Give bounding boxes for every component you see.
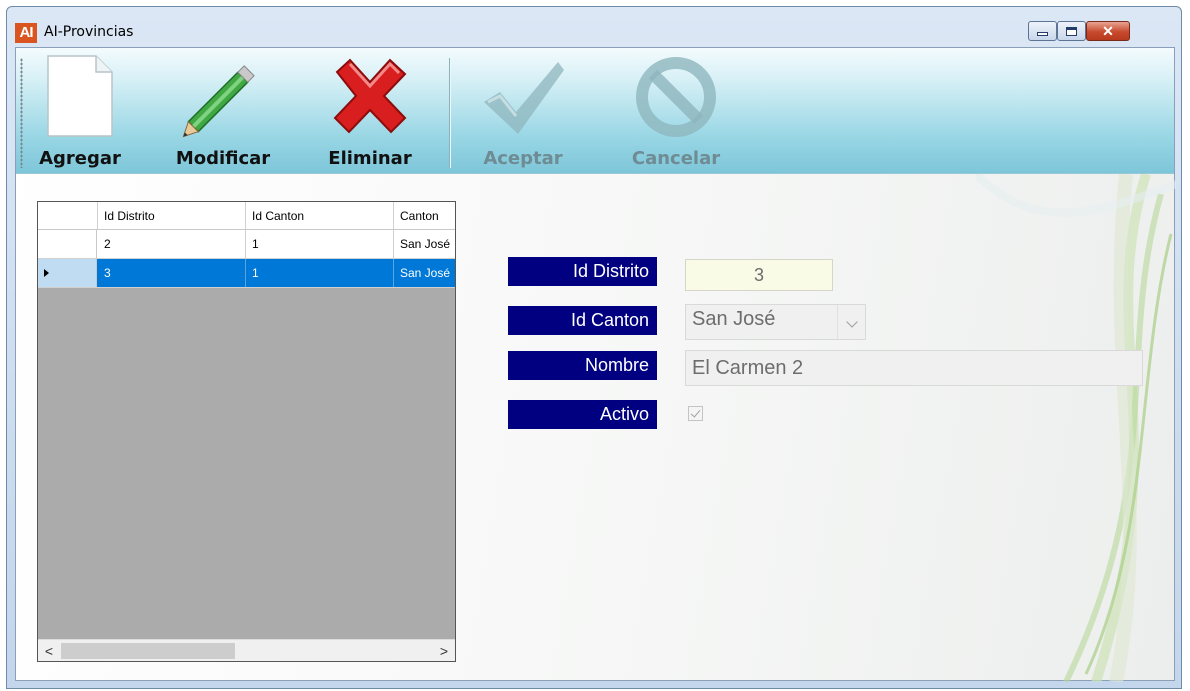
- cell-id-distrito[interactable]: 2: [98, 230, 246, 258]
- delete-x-icon: [333, 58, 407, 134]
- title-bar[interactable]: AI AI-Provincias ✕: [7, 7, 1181, 47]
- scroll-left-button[interactable]: <: [40, 640, 58, 661]
- horizontal-scrollbar[interactable]: < >: [38, 639, 455, 661]
- cell-id-canton[interactable]: 1: [246, 230, 394, 258]
- checkmark-icon: [484, 62, 564, 134]
- toolbar-separator: [449, 58, 451, 168]
- chevron-down-icon: [846, 316, 858, 328]
- scroll-right-button[interactable]: >: [435, 640, 453, 661]
- table-row-selected[interactable]: 3 1 San José: [38, 259, 455, 288]
- activo-checkbox[interactable]: [688, 406, 703, 421]
- row-header[interactable]: [38, 259, 97, 287]
- id-distrito-label: Id Distrito: [508, 257, 657, 286]
- check-icon: [690, 407, 701, 418]
- current-row-arrow-icon: [44, 269, 49, 277]
- toolbar-grip[interactable]: [20, 58, 23, 168]
- minimize-button[interactable]: [1028, 21, 1057, 41]
- row-header-corner: [38, 202, 98, 229]
- column-header-id-canton[interactable]: Id Canton: [246, 202, 394, 229]
- column-header-id-distrito[interactable]: Id Distrito: [98, 202, 246, 229]
- modificar-button[interactable]: Modificar: [157, 52, 289, 172]
- cell-canton[interactable]: San José: [394, 230, 455, 258]
- aceptar-button[interactable]: Aceptar: [471, 52, 575, 172]
- scroll-thumb[interactable]: [61, 643, 235, 659]
- cell-id-distrito[interactable]: 3: [98, 259, 246, 287]
- close-icon: ✕: [1102, 23, 1114, 39]
- id-distrito-field[interactable]: 3: [685, 259, 833, 291]
- minimize-icon: [1037, 32, 1048, 36]
- cancelar-button[interactable]: Cancelar: [615, 52, 737, 172]
- eliminar-button[interactable]: Eliminar: [312, 52, 428, 172]
- id-canton-value: San José: [692, 308, 776, 330]
- cancelar-label: Cancelar: [631, 148, 721, 169]
- grid-header: Id Distrito Id Canton Canton: [38, 202, 455, 230]
- agregar-button[interactable]: Agregar: [26, 52, 134, 172]
- dropdown-button[interactable]: [837, 305, 865, 339]
- id-canton-dropdown[interactable]: San José: [685, 304, 866, 340]
- data-grid[interactable]: Id Distrito Id Canton Canton 2 1 San Jos…: [37, 201, 456, 662]
- table-row[interactable]: 2 1 San José: [38, 230, 455, 259]
- cell-id-canton[interactable]: 1: [246, 259, 394, 287]
- new-document-icon: [47, 55, 113, 137]
- decorative-swirl: [976, 174, 1176, 682]
- aceptar-label: Aceptar: [483, 148, 563, 169]
- cell-canton[interactable]: San José: [394, 259, 455, 287]
- nombre-label: Nombre: [508, 351, 657, 380]
- cancel-icon: [636, 57, 716, 137]
- id-canton-label: Id Canton: [508, 306, 657, 335]
- client-area: Agregar Modificar Eliminar Aceptar Cance…: [15, 47, 1176, 682]
- eliminar-label: Eliminar: [328, 148, 412, 169]
- nombre-field[interactable]: El Carmen 2: [685, 350, 1143, 386]
- window-title: AI-Provincias: [44, 24, 134, 40]
- close-button[interactable]: ✕: [1086, 21, 1130, 41]
- row-header[interactable]: [38, 230, 97, 258]
- maximize-button[interactable]: [1057, 21, 1086, 41]
- app-window: AI AI-Provincias ✕ Agregar Modificar Eli…: [6, 6, 1182, 689]
- activo-label: Activo: [508, 400, 657, 429]
- modificar-label: Modificar: [175, 148, 271, 169]
- app-icon: AI: [15, 23, 37, 43]
- column-header-canton[interactable]: Canton: [394, 202, 455, 229]
- agregar-label: Agregar: [39, 148, 121, 169]
- maximize-icon: [1066, 26, 1077, 36]
- pencil-icon: [182, 65, 255, 138]
- toolbar: Agregar Modificar Eliminar Aceptar Cance…: [16, 48, 1174, 174]
